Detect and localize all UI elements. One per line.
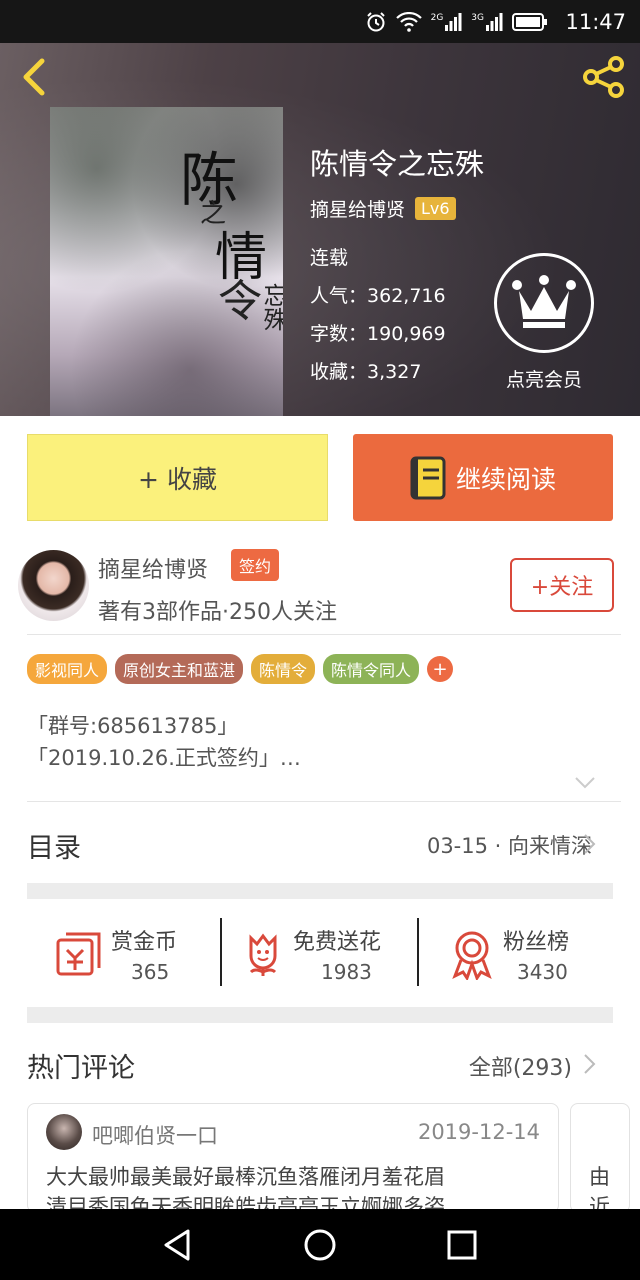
word-count-value: 190,969 bbox=[367, 323, 446, 345]
share-button[interactable] bbox=[580, 55, 628, 99]
intro-line: 「群号:685613785」 bbox=[27, 714, 239, 738]
chevron-left-icon bbox=[23, 58, 45, 96]
tag[interactable]: 陈情令同人 bbox=[323, 654, 420, 684]
signed-badge: 签约 bbox=[231, 549, 280, 581]
comment-date: 2019-12-14 bbox=[417, 1120, 540, 1144]
reward-coins-value: 365 bbox=[131, 960, 170, 984]
wifi-icon bbox=[395, 12, 422, 32]
fan-ranking-label: 粉丝榜 bbox=[503, 930, 570, 955]
add-tag-button[interactable]: + bbox=[427, 656, 454, 682]
vip-label[interactable]: 点亮会员 bbox=[494, 365, 594, 392]
red-envelope-icon bbox=[56, 932, 101, 976]
favorites-label: 收藏： bbox=[310, 361, 368, 383]
tag[interactable]: 陈情令 bbox=[251, 654, 316, 684]
signal-3g-icon: 3G bbox=[471, 13, 503, 31]
continue-reading-label: 继续阅读 bbox=[455, 464, 556, 494]
follow-button[interactable]: +关注 bbox=[510, 558, 614, 612]
all-comments-link[interactable]: 全部(293) bbox=[469, 1050, 572, 1082]
word-count-row: 字数：190,969 bbox=[310, 319, 446, 346]
word-count-label: 字数： bbox=[310, 323, 368, 345]
chevron-right-icon[interactable] bbox=[582, 1053, 596, 1075]
battery-icon bbox=[512, 13, 547, 31]
network-type-1: 2G bbox=[430, 13, 444, 23]
section-separator bbox=[27, 1007, 613, 1023]
popularity-label: 人气： bbox=[310, 285, 368, 307]
nav-home-icon[interactable] bbox=[302, 1227, 338, 1263]
back-button[interactable] bbox=[16, 57, 52, 97]
continue-reading-button[interactable]: 继续阅读 bbox=[353, 434, 613, 521]
author-level-badge: Lv6 bbox=[415, 197, 456, 220]
comment-text: 大大最帅最美最好最棒沉鱼落雁闭月羞花眉 清目秀国色天香明眸皓齿亭亭玉立婀娜多姿 bbox=[46, 1162, 546, 1212]
comment-username[interactable]: 吧唧伯贤一口 bbox=[92, 1120, 218, 1150]
toc-title[interactable]: 目录 bbox=[27, 826, 81, 865]
stat-separator bbox=[220, 918, 222, 986]
cover-subtitle: 忘殊 bbox=[259, 283, 283, 331]
comment-text-line: 大大最帅最美最好最棒沉鱼落雁闭月羞花眉 bbox=[46, 1165, 445, 1189]
tag[interactable]: 影视同人 bbox=[27, 654, 108, 684]
status-icons: 2G 3G bbox=[365, 11, 548, 33]
fan-ranking-stat[interactable]: 粉丝榜 3430 bbox=[451, 920, 591, 988]
clock: 11:47 bbox=[565, 10, 626, 34]
comment-card[interactable]: 吧唧伯贤一口 2019-12-14 大大最帅最美最好最棒沉鱼落雁闭月羞花眉 清目… bbox=[27, 1103, 559, 1213]
book-author-row: 摘星给博贤 Lv6 bbox=[310, 195, 456, 222]
popularity-value: 362,716 bbox=[367, 285, 446, 307]
reward-coins-label: 赏金币 bbox=[111, 930, 178, 955]
reward-coins-stat[interactable]: 赏金币 365 bbox=[55, 920, 215, 988]
author-name[interactable]: 摘星给博贤 bbox=[98, 552, 208, 584]
comment-text-line: 由 bbox=[589, 1165, 610, 1189]
comment-card[interactable]: 由 近 bbox=[570, 1103, 630, 1213]
comment-text: 由 近 bbox=[589, 1162, 619, 1212]
nav-back-icon[interactable] bbox=[160, 1227, 196, 1263]
book-author[interactable]: 摘星给博贤 bbox=[310, 195, 405, 222]
author-stats: 著有3部作品·250人关注 bbox=[98, 600, 337, 625]
vip-button[interactable] bbox=[494, 253, 594, 353]
popularity-row: 人气：362,716 bbox=[310, 281, 446, 308]
book-cover[interactable]: 陈 之 情 令 忘殊 bbox=[50, 107, 283, 416]
favorites-row: 收藏：3,327 bbox=[310, 357, 421, 384]
book-status: 连载 bbox=[310, 247, 349, 269]
status-bar: 2G 3G 11:47 bbox=[0, 0, 640, 43]
share-icon bbox=[583, 56, 624, 98]
divider bbox=[27, 801, 621, 802]
free-flowers-stat[interactable]: 免费送花 1983 bbox=[243, 920, 413, 988]
book-icon bbox=[410, 456, 446, 499]
divider bbox=[27, 634, 621, 635]
expand-chevron-icon[interactable] bbox=[574, 776, 596, 790]
network-type-2: 3G bbox=[471, 13, 484, 23]
stat-separator bbox=[417, 918, 419, 986]
section-separator bbox=[27, 883, 613, 899]
system-nav-bar bbox=[0, 1209, 640, 1280]
latest-chapter[interactable]: 03-15 · 向来情深 bbox=[427, 830, 592, 860]
book-header: 陈 之 情 令 忘殊 陈情令之忘殊 摘星给博贤 Lv6 连载 人气：362,71… bbox=[0, 43, 640, 416]
alarm-icon bbox=[366, 12, 385, 32]
medal-icon bbox=[452, 931, 492, 980]
comment-avatar[interactable] bbox=[46, 1114, 82, 1150]
fan-ranking-value: 3430 bbox=[517, 960, 568, 984]
author-avatar[interactable] bbox=[18, 550, 89, 621]
intro-line: 「2019.10.26.正式签约」… bbox=[27, 746, 301, 770]
favorites-value: 3,327 bbox=[367, 361, 422, 383]
free-flowers-value: 1983 bbox=[321, 960, 372, 984]
flower-icon bbox=[249, 933, 277, 976]
tag[interactable]: 原创女主和蓝湛 bbox=[115, 654, 244, 684]
free-flowers-label: 免费送花 bbox=[293, 930, 382, 955]
crown-icon bbox=[512, 275, 576, 328]
chevron-right-icon[interactable] bbox=[582, 833, 596, 855]
tag-list: 影视同人 原创女主和蓝湛 陈情令 陈情令同人 + bbox=[27, 654, 454, 684]
book-title: 陈情令之忘殊 bbox=[310, 147, 485, 181]
add-to-collection-button[interactable]: + 收藏 bbox=[27, 434, 328, 521]
hot-comments-title: 热门评论 bbox=[27, 1053, 135, 1084]
signal-2g-icon: 2G bbox=[431, 13, 463, 31]
nav-recents-icon[interactable] bbox=[444, 1227, 480, 1263]
